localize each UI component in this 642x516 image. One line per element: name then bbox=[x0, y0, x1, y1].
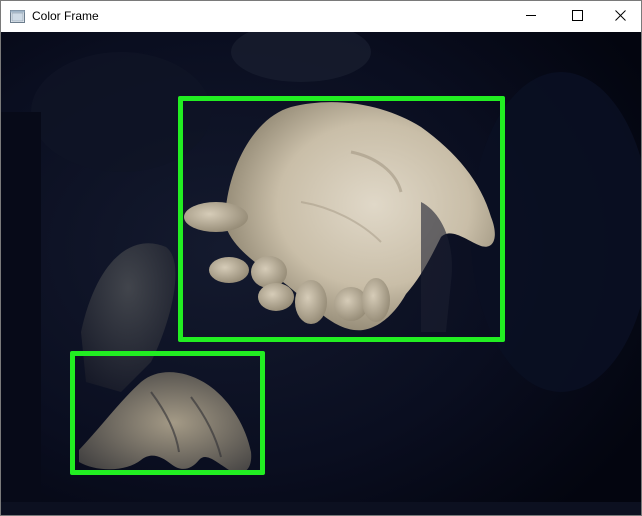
hand-detection-box bbox=[178, 96, 505, 342]
window-title: Color Frame bbox=[32, 9, 99, 23]
minimize-icon bbox=[525, 8, 537, 26]
minimize-button[interactable] bbox=[508, 1, 554, 32]
camera-frame bbox=[1, 32, 641, 515]
close-button[interactable] bbox=[597, 1, 642, 32]
window-app-icon bbox=[10, 10, 25, 23]
hand-detection-box bbox=[70, 351, 265, 475]
title-bar[interactable]: Color Frame bbox=[1, 1, 641, 32]
app-window: Color Frame bbox=[0, 0, 642, 516]
maximize-button[interactable] bbox=[554, 1, 600, 32]
maximize-icon bbox=[571, 8, 583, 26]
close-icon bbox=[614, 8, 626, 26]
